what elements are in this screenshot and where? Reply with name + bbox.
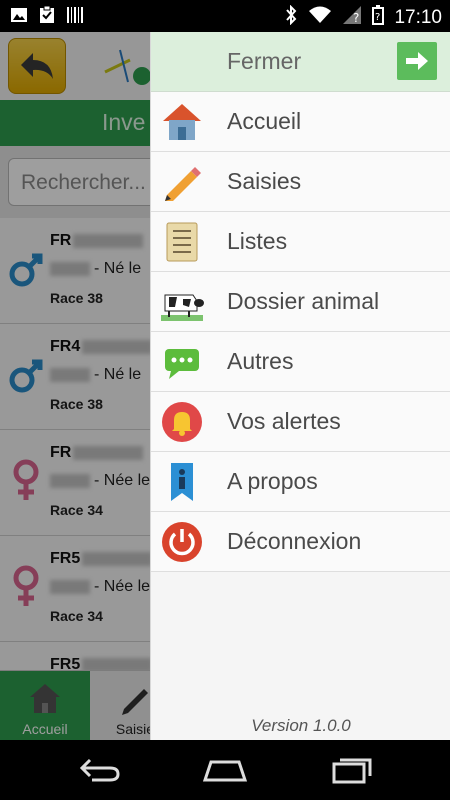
battery-unknown-icon: ? bbox=[372, 5, 385, 30]
clipboard-check-icon bbox=[38, 5, 56, 24]
home-nav-icon[interactable] bbox=[201, 756, 249, 789]
cow-icon bbox=[159, 281, 205, 323]
drawer-menu: Accueil Saisies Listes Dossier animal Au… bbox=[151, 92, 450, 572]
power-icon bbox=[161, 521, 203, 563]
signal-unknown-icon: ? bbox=[342, 5, 362, 30]
menu-item-a-propos[interactable]: A propos bbox=[151, 452, 450, 512]
system-nav-bar bbox=[0, 740, 450, 800]
drawer-scrim[interactable] bbox=[0, 32, 150, 740]
menu-item-vos-alertes[interactable]: Vos alertes bbox=[151, 392, 450, 452]
screen: ? ? 17:10 Inve Rechercher... FR - Né le … bbox=[0, 0, 450, 800]
photo-icon bbox=[10, 6, 28, 24]
pencil-icon bbox=[161, 161, 203, 203]
close-label[interactable]: Fermer bbox=[227, 48, 301, 75]
menu-item-saisies[interactable]: Saisies bbox=[151, 152, 450, 212]
menu-item-accueil[interactable]: Accueil bbox=[151, 92, 450, 152]
wifi-icon bbox=[308, 5, 332, 30]
barcode-icon bbox=[66, 6, 84, 24]
bluetooth-icon bbox=[284, 4, 298, 30]
drawer-header: Fermer bbox=[151, 32, 450, 92]
back-nav-icon[interactable] bbox=[78, 756, 122, 789]
recents-nav-icon[interactable] bbox=[330, 756, 374, 789]
arrow-right-icon bbox=[406, 52, 428, 70]
menu-item-autres[interactable]: Autres bbox=[151, 332, 450, 392]
status-bar: ? ? 17:10 bbox=[0, 0, 450, 32]
svg-text:?: ? bbox=[375, 12, 380, 23]
house-icon bbox=[161, 101, 203, 143]
info-icon bbox=[161, 461, 203, 503]
menu-item-deconnexion[interactable]: Déconnexion bbox=[151, 512, 450, 572]
bell-icon bbox=[161, 401, 203, 443]
navigation-drawer: Fermer Accueil Saisies Listes Dossier an… bbox=[150, 32, 450, 740]
menu-item-listes[interactable]: Listes bbox=[151, 212, 450, 272]
notepad-icon bbox=[161, 221, 203, 263]
version-label: Version 1.0.0 bbox=[251, 716, 351, 735]
chat-bubble-icon bbox=[161, 341, 203, 383]
close-drawer-button[interactable] bbox=[397, 42, 437, 80]
svg-text:?: ? bbox=[353, 11, 359, 25]
menu-item-dossier-animal[interactable]: Dossier animal bbox=[151, 272, 450, 332]
clock: 17:10 bbox=[394, 6, 442, 28]
